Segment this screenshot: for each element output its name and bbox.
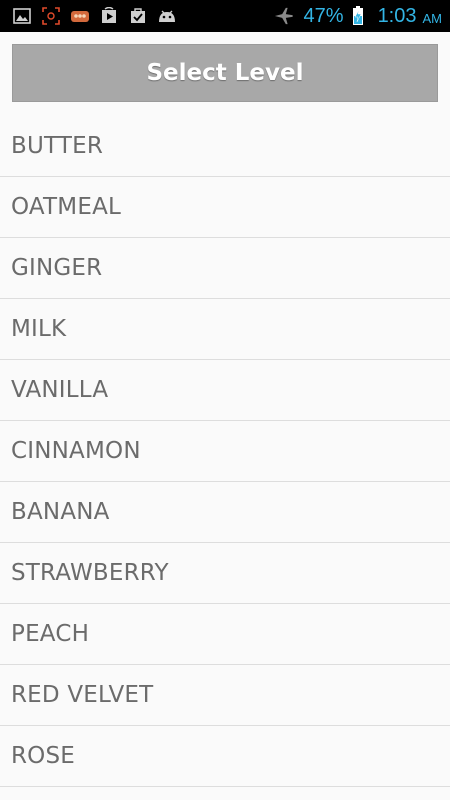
task-icon	[128, 7, 148, 25]
play-store-icon	[99, 7, 119, 25]
notification-icons	[0, 7, 177, 25]
airplane-icon	[274, 7, 294, 25]
battery-percent: 47%	[303, 4, 344, 27]
chat-icon	[70, 7, 90, 25]
level-item-vanilla[interactable]: VANILLA	[0, 360, 450, 421]
system-indicators: 47% 1:03 AM	[274, 5, 450, 28]
gallery-icon	[12, 7, 32, 25]
header: Select Level	[0, 32, 450, 116]
level-item-cinnamon[interactable]: CINNAMON	[0, 421, 450, 482]
level-item-banana[interactable]: BANANA	[0, 482, 450, 543]
level-list: BUTTER OATMEAL GINGER MILK VANILLA CINNA…	[0, 116, 450, 787]
level-item-oatmeal[interactable]: OATMEAL	[0, 177, 450, 238]
level-item-rose[interactable]: ROSE	[0, 726, 450, 787]
level-item-butter[interactable]: BUTTER	[0, 116, 450, 177]
select-level-button[interactable]: Select Level	[12, 44, 438, 102]
android-icon	[157, 7, 177, 25]
level-item-milk[interactable]: MILK	[0, 299, 450, 360]
level-item-peach[interactable]: PEACH	[0, 604, 450, 665]
status-bar: 47% 1:03 AM	[0, 0, 450, 32]
clock-time: 1:03	[377, 4, 417, 27]
screenshot-icon	[41, 7, 61, 25]
battery-charging-icon	[348, 6, 368, 25]
level-item-strawberry[interactable]: STRAWBERRY	[0, 543, 450, 604]
level-item-ginger[interactable]: GINGER	[0, 238, 450, 299]
level-item-red-velvet[interactable]: RED VELVET	[0, 665, 450, 726]
clock-ampm: AM	[422, 10, 443, 26]
